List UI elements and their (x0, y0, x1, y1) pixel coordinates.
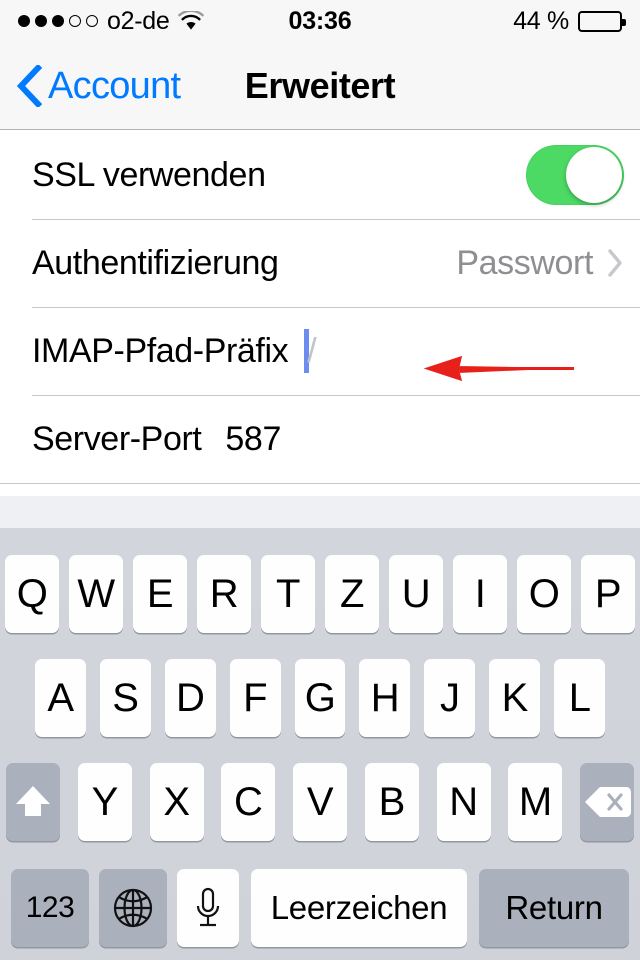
shift-key[interactable] (6, 763, 60, 841)
signal-dot-3 (52, 15, 64, 27)
content-keyboard-gap (0, 496, 640, 528)
keyboard-row-3: Y X C V B N M (0, 763, 640, 841)
key-e[interactable]: E (133, 555, 187, 633)
on-screen-keyboard: Q W E R T Z U I O P A S D F G H J K L Y … (0, 528, 640, 960)
signal-strength-indicator (18, 15, 98, 27)
keyboard-row-1: Q W E R T Z U I O P (0, 555, 640, 633)
navigation-bar: Account Erweitert (0, 42, 640, 130)
row-ssl-verwenden[interactable]: SSL verwenden (0, 131, 640, 219)
shift-up-arrow-icon (13, 783, 53, 821)
key-b[interactable]: B (364, 763, 419, 841)
numeric-mode-key[interactable]: 123 (11, 869, 89, 947)
key-h[interactable]: H (359, 659, 411, 737)
signal-dot-1 (18, 15, 30, 27)
key-f[interactable]: F (229, 659, 281, 737)
key-x[interactable]: X (149, 763, 204, 841)
key-q[interactable]: Q (5, 555, 59, 633)
key-p[interactable]: P (581, 555, 635, 633)
key-w[interactable]: W (69, 555, 123, 633)
dictation-key[interactable] (177, 869, 239, 947)
phone-screen: o2-de 03:36 44 % Account Erweitert SSL v… (0, 0, 640, 960)
imap-praefix-placeholder: / (307, 332, 317, 370)
row-authentifizierung[interactable]: Authentifizierung Passwort (0, 219, 640, 307)
keyboard-row-2: A S D F G H J K L (0, 659, 640, 737)
key-v[interactable]: V (293, 763, 347, 841)
globe-icon (112, 887, 154, 929)
row-accessory-authentifizierung: Passwort (456, 246, 624, 280)
ssl-toggle-switch[interactable] (526, 145, 624, 205)
carrier-label: o2-de (107, 6, 170, 35)
key-k[interactable]: K (489, 659, 541, 737)
status-bar-left: o2-de (18, 6, 320, 35)
row-accessory-ssl (526, 145, 624, 205)
settings-table: SSL verwenden Authentifizierung Passwort (0, 131, 640, 484)
row-label-authentifizierung: Authentifizierung (32, 244, 279, 282)
delete-key[interactable] (580, 763, 634, 841)
key-o[interactable]: O (517, 555, 571, 633)
wifi-icon (178, 11, 205, 31)
key-m[interactable]: M (508, 763, 563, 841)
authentifizierung-value: Passwort (456, 244, 593, 282)
signal-dot-5 (86, 15, 98, 27)
language-switch-key[interactable] (99, 869, 167, 947)
key-d[interactable]: D (164, 659, 216, 737)
battery-icon (578, 10, 626, 32)
key-a[interactable]: A (35, 659, 86, 737)
key-t[interactable]: T (261, 555, 315, 633)
toggle-knob (566, 147, 622, 203)
row-label-server-port: Server-Port (32, 420, 202, 458)
row-server-port[interactable]: Server-Port 587 (0, 395, 640, 483)
key-j[interactable]: J (424, 659, 476, 737)
status-bar-right: 44 % (320, 6, 626, 36)
key-s[interactable]: S (99, 659, 151, 737)
chevron-right-icon (607, 248, 624, 278)
space-key[interactable]: Leerzeichen (251, 869, 467, 947)
key-z[interactable]: Z (325, 555, 379, 633)
keyboard-row-4: 123 Leerzeichen Return (0, 867, 640, 949)
key-u[interactable]: U (389, 555, 443, 633)
page-title: Erweitert (244, 64, 396, 106)
key-l[interactable]: L (554, 659, 606, 737)
key-n[interactable]: N (436, 763, 491, 841)
key-g[interactable]: G (294, 659, 346, 737)
imap-praefix-input[interactable]: / (304, 325, 317, 377)
signal-dot-4 (69, 15, 81, 27)
key-c[interactable]: C (221, 763, 276, 841)
row-imap-pfad-praefix[interactable]: IMAP-Pfad-Präfix / (0, 307, 640, 395)
return-key[interactable]: Return (479, 869, 629, 947)
row-label-ssl: SSL verwenden (32, 156, 266, 194)
delete-backspace-icon (583, 784, 631, 820)
status-bar: o2-de 03:36 44 % (0, 0, 640, 42)
key-y[interactable]: Y (77, 763, 132, 841)
signal-dot-2 (35, 15, 47, 27)
battery-percent-label: 44 % (513, 6, 569, 35)
key-i[interactable]: I (453, 555, 507, 633)
server-port-input[interactable]: 587 (225, 422, 281, 456)
row-label-imap-praefix: IMAP-Pfad-Präfix (32, 332, 289, 370)
microphone-icon (195, 886, 221, 930)
key-r[interactable]: R (197, 555, 251, 633)
